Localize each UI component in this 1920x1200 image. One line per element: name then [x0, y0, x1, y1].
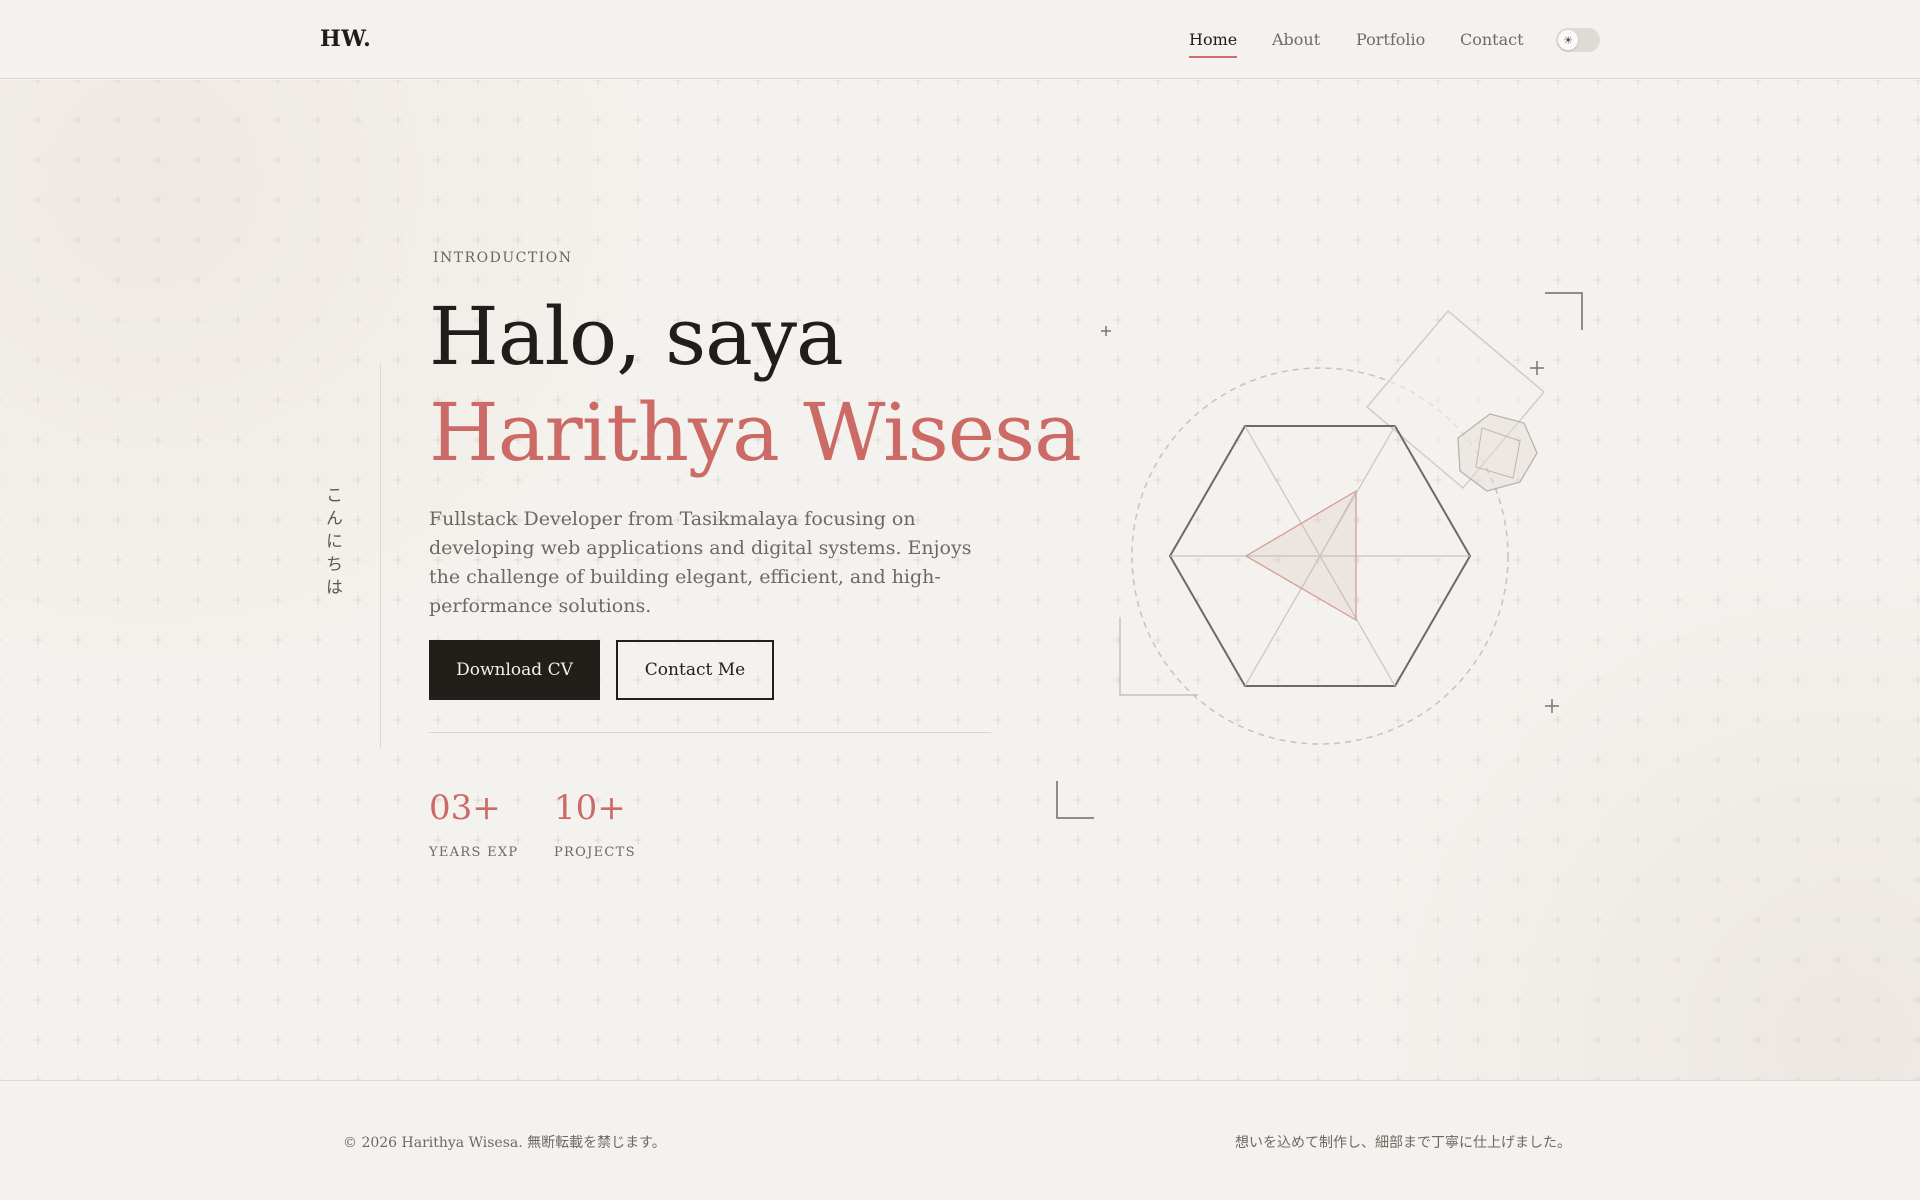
contact-me-button[interactable]: Contact Me [616, 640, 774, 700]
hero-title-line1: Halo, saya [429, 290, 844, 383]
site-header: HW. Home About Portfolio Contact ☀ [0, 0, 1920, 79]
footer-copyright: © 2026 Harithya Wisesa. 無断転載を禁じます。 [343, 1135, 666, 1151]
theme-toggle[interactable]: ☀ [1556, 28, 1600, 52]
hero-divider [429, 732, 991, 733]
nav-about[interactable]: About [1272, 30, 1320, 49]
nav-contact[interactable]: Contact [1460, 30, 1524, 49]
plus-mark [1101, 326, 1111, 336]
geometric-illustration [1056, 292, 1583, 819]
stat-years-value: 03+ [429, 788, 501, 828]
vertical-greeting: こんにちは [322, 486, 342, 601]
stat-projects-label: PROJECTS [554, 845, 636, 860]
corner-bracket-inner [1119, 617, 1198, 696]
logo[interactable]: HW. [320, 26, 371, 52]
footer-tagline: 想いを込めて制作し、細部まで丁寧に仕上げました。 [1235, 1135, 1571, 1151]
plus-mark [1545, 699, 1559, 713]
hero-title-name: Harithya Wisesa [429, 386, 1082, 479]
accent-triangle [1244, 489, 1357, 622]
site-footer: © 2026 Harithya Wisesa. 無断転載を禁じます。 想いを込め… [0, 1080, 1920, 1200]
vertical-divider [380, 364, 381, 748]
intro-label: INTRODUCTION [433, 250, 573, 266]
plus-mark [1530, 361, 1544, 375]
hero-description: Fullstack Developer from Tasikmalaya foc… [429, 508, 972, 617]
sun-icon: ☀ [1558, 30, 1578, 50]
stat-years-label: YEARS EXP [429, 845, 519, 860]
nav-home[interactable]: Home [1189, 30, 1238, 58]
corner-bracket-bottom-left [1056, 781, 1094, 819]
nav-portfolio[interactable]: Portfolio [1356, 30, 1425, 49]
corner-bracket-top-right [1545, 292, 1583, 330]
download-cv-button[interactable]: Download CV [429, 640, 600, 700]
stat-projects-value: 10+ [554, 788, 626, 828]
